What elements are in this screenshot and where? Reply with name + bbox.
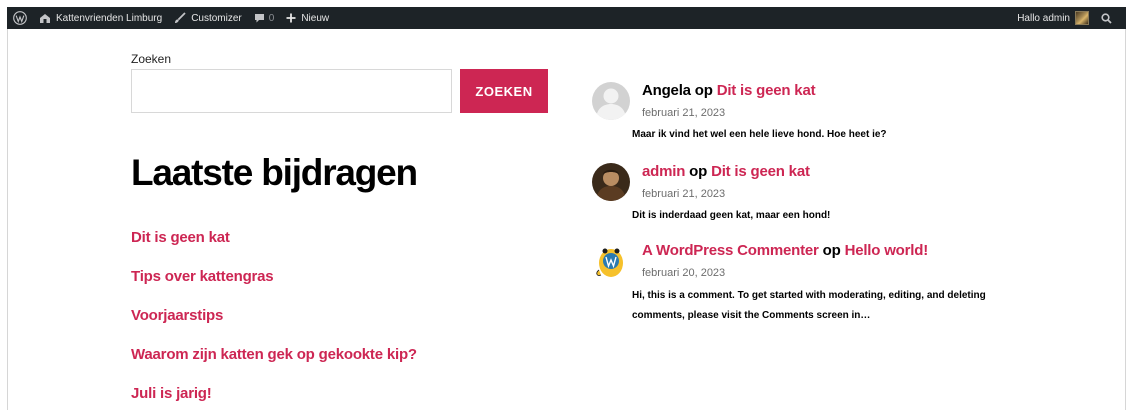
comment-post-link[interactable]: Dit is geen kat	[717, 82, 816, 99]
list-item: Voorjaarstips	[131, 307, 417, 346]
comment-date: februari 21, 2023	[642, 188, 726, 200]
comment-post-link[interactable]: Dit is geen kat	[711, 163, 810, 180]
comment-connector: op	[822, 242, 841, 259]
comment-excerpt: Hi, this is a comment. To get started wi…	[632, 290, 986, 321]
list-item: Tips over kattengras	[131, 268, 417, 307]
recent-posts-list: Dit is geen kat Tips over kattengras Voo…	[131, 229, 417, 410]
list-item: Juli is jarig!	[131, 385, 417, 410]
comment-excerpt: Maar ik vind het wel een hele lieve hond…	[632, 129, 887, 140]
comment-author: Angela	[642, 82, 691, 99]
search-label: Zoeken	[131, 52, 172, 66]
comments-link[interactable]: 0	[248, 7, 281, 29]
comment-post-link[interactable]: Hello world!	[845, 242, 929, 259]
customizer-label: Customizer	[191, 12, 242, 24]
comment-author-link[interactable]: admin	[642, 163, 685, 180]
customizer-link[interactable]: Customizer	[168, 7, 248, 29]
new-content-menu[interactable]: Nieuw	[280, 7, 335, 29]
search-input[interactable]	[131, 69, 452, 113]
comment-heading: A WordPress Commenter op Hello world!	[642, 242, 928, 259]
avatar	[1075, 11, 1089, 25]
site-name: Kattenvrienden Limburg	[56, 12, 163, 24]
search-toggle[interactable]	[1095, 7, 1118, 29]
page-border-left	[7, 29, 8, 410]
wordpress-logo-icon[interactable]	[7, 7, 33, 29]
wapuu-icon	[592, 242, 630, 280]
list-item: Waarom zijn katten gek op gekookte kip?	[131, 346, 417, 385]
brush-icon	[174, 12, 186, 24]
post-link[interactable]: Dit is geen kat	[131, 229, 230, 246]
comment-bubble-icon	[254, 13, 265, 24]
greeting: Hallo admin	[1017, 12, 1070, 24]
comment-author-link[interactable]: A WordPress Commenter	[642, 242, 819, 259]
post-link[interactable]: Waarom zijn katten gek op gekookte kip?	[131, 346, 417, 363]
comment-heading: Angela op Dit is geen kat	[642, 82, 816, 99]
recent-posts-title: Laatste bijdragen	[131, 152, 418, 193]
admin-avatar	[592, 163, 630, 201]
post-link[interactable]: Voorjaarstips	[131, 307, 223, 324]
list-item: Dit is geen kat	[131, 229, 417, 268]
page-border-right	[1125, 29, 1126, 410]
account-menu[interactable]: Hallo admin	[1011, 7, 1095, 29]
new-label: Nieuw	[301, 12, 330, 24]
post-link[interactable]: Juli is jarig!	[131, 385, 212, 402]
site-name-menu[interactable]: Kattenvrienden Limburg	[33, 7, 168, 29]
default-avatar-icon	[592, 82, 630, 120]
comment-connector: op	[694, 82, 713, 99]
comments-count: 0	[268, 12, 275, 24]
search-button[interactable]: ZOEKEN	[460, 69, 548, 113]
comment-date: februari 21, 2023	[642, 107, 726, 119]
comment-excerpt: Dit is inderdaad geen kat, maar een hond…	[632, 210, 831, 221]
admin-bar: Kattenvrienden Limburg Customizer 0 Nieu…	[7, 7, 1126, 29]
comment-date: februari 20, 2023	[642, 267, 726, 279]
comment-connector: op	[689, 163, 708, 180]
comment-heading: admin op Dit is geen kat	[642, 163, 810, 180]
search-icon	[1101, 12, 1112, 24]
plus-icon	[286, 13, 296, 23]
dashboard-icon	[39, 13, 51, 24]
post-link[interactable]: Tips over kattengras	[131, 268, 274, 285]
